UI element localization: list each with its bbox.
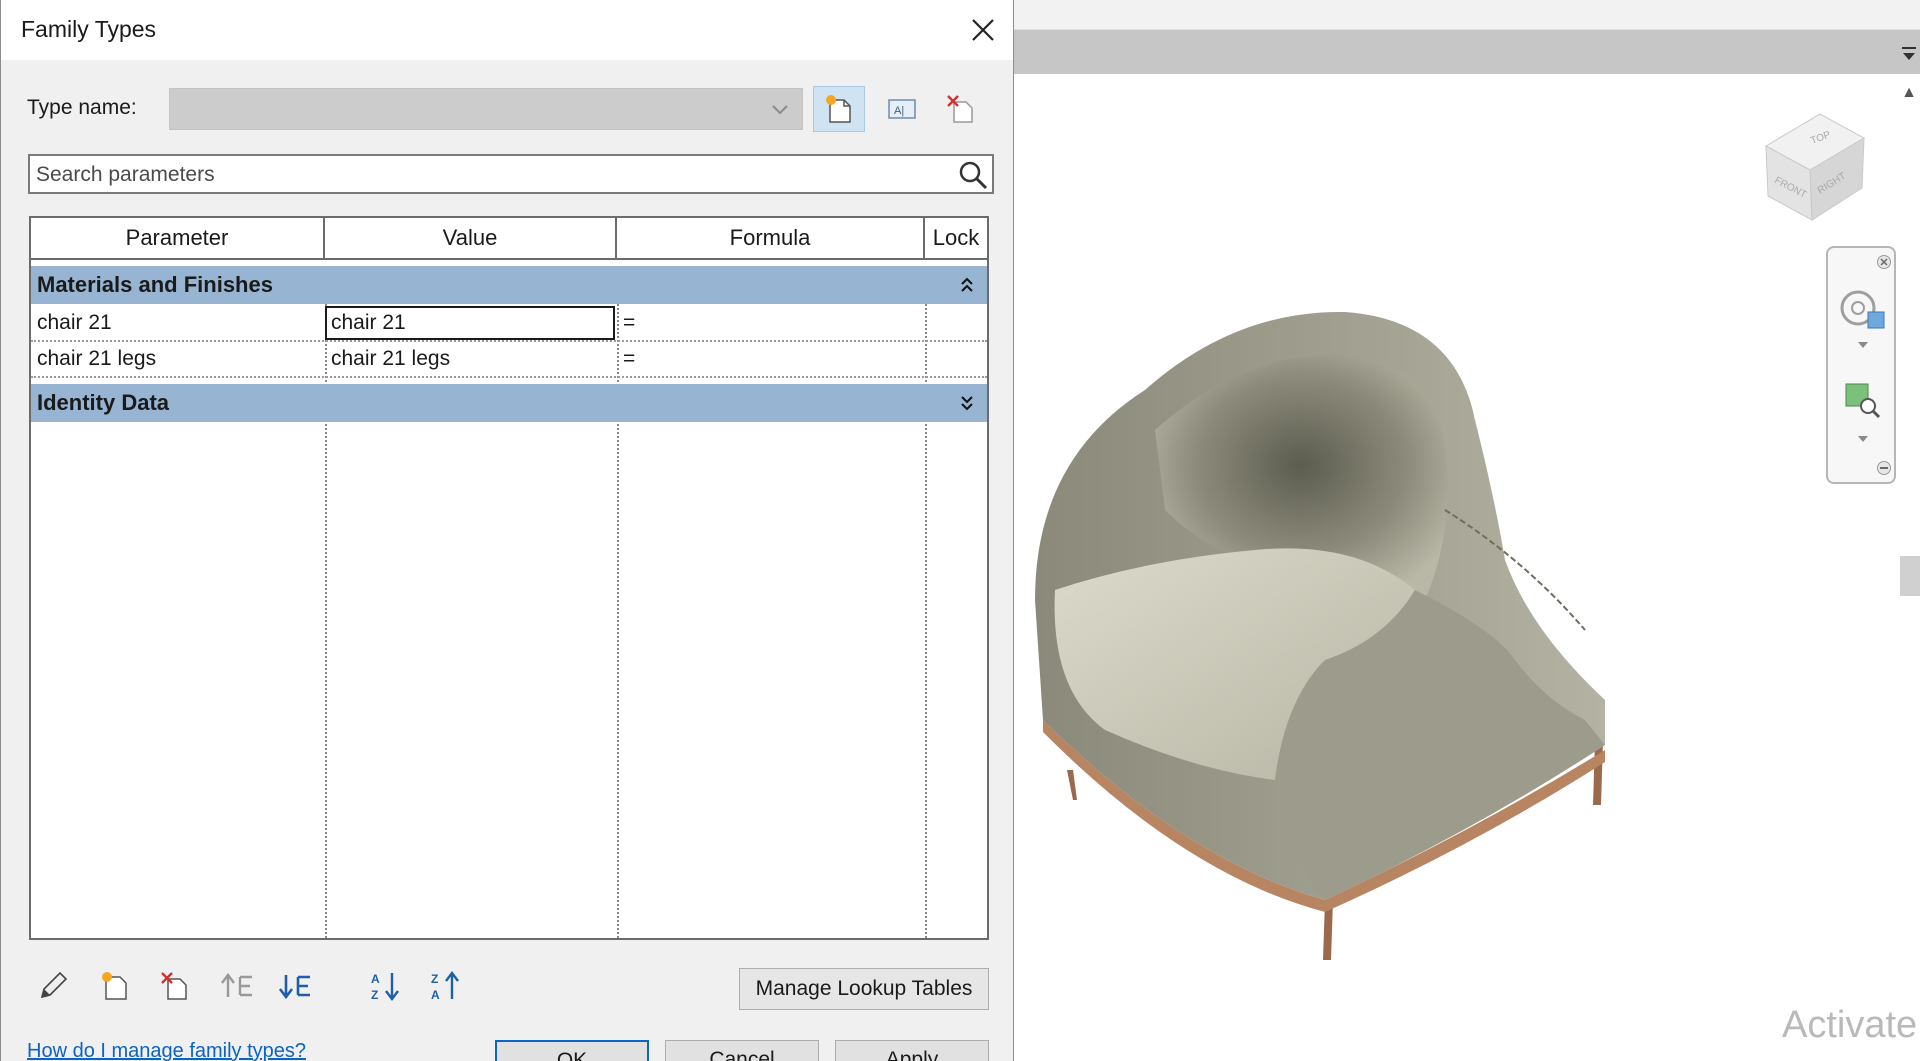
svg-text:Z: Z (431, 972, 438, 986)
column-header-formula[interactable]: Formula (617, 218, 925, 258)
type-name-label: Type name: (27, 96, 137, 119)
new-type-icon (826, 95, 851, 123)
new-type-button[interactable] (813, 86, 865, 132)
search-parameters-box (28, 154, 994, 194)
formula-field[interactable]: = (617, 306, 925, 340)
value-field[interactable] (325, 306, 615, 340)
delete-parameter-button[interactable] (153, 966, 197, 1006)
new-parameter-button[interactable] (93, 966, 137, 1006)
sort-ascending-button[interactable]: A Z (363, 966, 407, 1006)
sort-descending-button[interactable]: Z A (423, 966, 467, 1006)
delete-parameter-icon (161, 972, 187, 1000)
svg-text:A|: A| (894, 105, 904, 117)
navigation-bar (1826, 246, 1896, 484)
search-icon[interactable] (956, 158, 990, 192)
value-field[interactable]: chair 21 legs (325, 342, 617, 376)
cancel-button[interactable]: Cancel (665, 1040, 819, 1061)
activate-windows-watermark: Activate (1782, 1004, 1918, 1046)
family-types-dialog: Family Types Type name: A| Search parame… (0, 0, 1014, 1061)
collapse-icon[interactable] (959, 276, 975, 294)
chevron-down-icon (772, 105, 788, 115)
rename-type-icon: A| (888, 99, 916, 119)
close-icon[interactable] (963, 10, 1003, 50)
sort-descending-icon: Z A (431, 971, 459, 1002)
app-title-strip (1014, 0, 1920, 30)
new-parameter-icon (102, 972, 127, 1000)
scroll-up-arrow[interactable]: ▲ (1900, 84, 1918, 102)
table-row: chair 21 = (31, 306, 987, 342)
lock-cell[interactable] (925, 342, 987, 376)
svg-text:Z: Z (371, 988, 378, 1002)
rename-type-button[interactable]: A| (876, 86, 928, 132)
svg-text:A: A (371, 972, 380, 986)
search-input[interactable] (36, 160, 936, 190)
group-header-materials-and-finishes[interactable]: Materials and Finishes (31, 266, 987, 304)
column-header-value[interactable]: Value (325, 218, 617, 258)
vertical-scrollbar-thumb[interactable] (1900, 556, 1920, 596)
pencil-icon (40, 971, 68, 999)
edit-parameter-button[interactable] (31, 966, 75, 1006)
column-header-parameter[interactable]: Parameter (31, 218, 325, 258)
move-parameter-down-button[interactable] (273, 966, 317, 1006)
delete-type-icon (947, 95, 973, 123)
svg-text:A: A (431, 988, 440, 1002)
view-tab-bar (1014, 30, 1920, 74)
steering-wheel-icon[interactable] (1838, 286, 1886, 334)
grid-header: Parameter Value Formula Lock (31, 218, 987, 260)
move-up-icon (221, 973, 252, 997)
dialog-title: Family Types (21, 16, 157, 42)
move-down-icon (278, 975, 310, 1000)
column-divider (925, 424, 927, 938)
type-name-dropdown[interactable] (169, 88, 803, 130)
delete-type-button[interactable] (935, 86, 987, 132)
group-label: Materials and Finishes (37, 272, 273, 297)
ok-button[interactable]: OK (495, 1040, 649, 1061)
sort-ascending-icon: A Z (371, 972, 399, 1002)
zoom-region-icon[interactable] (1842, 380, 1882, 420)
navbar-options-icon[interactable] (1876, 460, 1892, 476)
parameter-name[interactable]: chair 21 legs (31, 342, 325, 376)
parameters-grid: Parameter Value Formula Lock Materials a… (29, 216, 989, 940)
column-divider (617, 424, 619, 938)
formula-field[interactable]: = (617, 342, 925, 376)
chevron-down-icon[interactable] (1856, 434, 1870, 444)
parameter-name[interactable]: chair 21 (31, 306, 325, 340)
armchair-3d-model (1035, 311, 1605, 960)
expand-icon[interactable] (959, 394, 975, 412)
column-header-lock[interactable]: Lock (925, 218, 987, 258)
viewcube-widget[interactable]: TOP FRONT RIGHT (1750, 104, 1876, 230)
group-header-identity-data[interactable]: Identity Data (31, 384, 987, 422)
group-label: Identity Data (37, 390, 170, 415)
manage-lookup-tables-button[interactable]: Manage Lookup Tables (739, 968, 989, 1010)
tab-overflow-icon[interactable] (1898, 42, 1920, 64)
help-link[interactable]: How do I manage family types? (27, 1040, 306, 1061)
dialog-titlebar: Family Types (1, 0, 1013, 60)
close-navbar-icon[interactable] (1876, 254, 1892, 270)
move-parameter-up-button[interactable] (215, 966, 259, 1006)
chevron-down-icon[interactable] (1856, 340, 1870, 350)
apply-button[interactable]: Apply (835, 1040, 989, 1061)
table-row: chair 21 legs chair 21 legs = (31, 342, 987, 378)
column-divider (325, 424, 327, 938)
lock-cell[interactable] (925, 306, 987, 340)
